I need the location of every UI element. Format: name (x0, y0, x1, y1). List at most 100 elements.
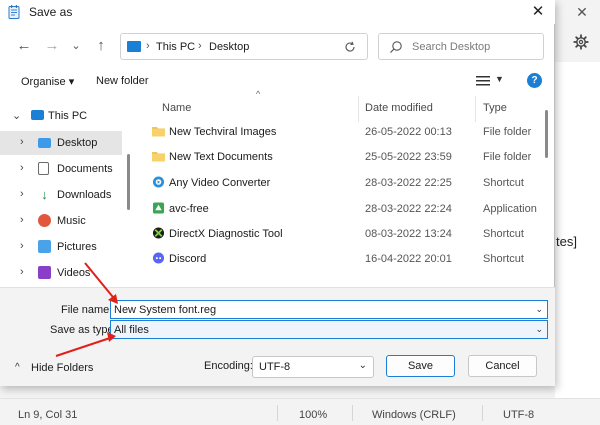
background-editor-text: tes] (556, 234, 577, 249)
back-arrow-icon[interactable]: ← (15, 37, 33, 55)
file-type: Shortcut (483, 228, 524, 240)
music-icon (38, 214, 51, 227)
refresh-icon[interactable] (344, 41, 356, 53)
column-header-date-modified[interactable]: Date modified (365, 98, 433, 120)
gear-icon[interactable] (573, 34, 589, 50)
nav-item-label: This PC (48, 110, 88, 122)
file-date: 08-03-2022 13:24 (365, 228, 452, 240)
nav-item-label: Downloads (57, 189, 112, 201)
file-name-input[interactable]: New System font.reg ⌄ (110, 300, 548, 319)
chevron-down-icon[interactable]: ⌄ (359, 360, 367, 371)
file-row[interactable]: New Techviral Images 26-05-2022 00:13 Fi… (140, 119, 545, 143)
notepad-icon (8, 5, 20, 19)
encoding-label: Encoding: (204, 360, 253, 372)
nav-item-videos[interactable]: › Videos (0, 261, 122, 285)
application-icon (152, 202, 165, 214)
file-list: ^ Name Date modified Type New Techviral … (140, 89, 552, 286)
save-form: File name: New System font.reg ⌄ Save as… (0, 287, 555, 386)
pc-icon (127, 41, 141, 52)
chevron-right-icon[interactable]: › (20, 188, 30, 200)
file-row[interactable]: DirectX Diagnostic Tool 08-03-2022 13:24… (140, 221, 545, 245)
column-header-type[interactable]: Type (483, 98, 507, 120)
file-type: Shortcut (483, 253, 524, 265)
videos-icon (38, 266, 51, 279)
save-as-type-select[interactable]: All files ⌄ (110, 320, 548, 339)
file-type: Application (483, 203, 537, 215)
chevron-right-icon[interactable]: › (20, 214, 30, 226)
desktop-icon (38, 138, 51, 148)
address-bar[interactable]: › This PC › Desktop ⌄ (120, 33, 450, 60)
file-name: DirectX Diagnostic Tool (169, 228, 283, 240)
save-button[interactable]: Save (386, 355, 455, 377)
search-input[interactable]: Search Desktop (378, 33, 544, 60)
nav-item-documents[interactable]: › Documents (0, 157, 122, 181)
file-row[interactable]: Any Video Converter 28-03-2022 22:25 Sho… (140, 170, 545, 194)
nav-item-downloads[interactable]: › ↓ Downloads (0, 183, 122, 207)
file-name: New Techviral Images (169, 126, 277, 138)
file-name-value: New System font.reg (114, 304, 217, 316)
help-icon[interactable]: ? (527, 73, 542, 88)
close-icon[interactable]: ✕ (526, 2, 550, 22)
nav-item-this-pc[interactable]: ⌄ This PC (0, 104, 122, 128)
dialog-title: Save as (29, 5, 73, 19)
file-type: Shortcut (483, 177, 524, 189)
file-row[interactable]: New Text Documents 25-05-2022 23:59 File… (140, 144, 545, 168)
chevron-up-icon: ^ (15, 362, 20, 373)
breadcrumb-chevron-icon[interactable]: › (146, 40, 150, 52)
chevron-right-icon[interactable]: › (20, 240, 30, 252)
status-zoom: 100% (299, 409, 328, 421)
status-bar: Ln 9, Col 31 100% Windows (CRLF) UTF-8 (0, 398, 600, 425)
file-name: avc-free (169, 203, 209, 215)
file-row[interactable]: avc-free 28-03-2022 22:24 Application (140, 196, 545, 220)
downloads-icon: ↓ (41, 187, 48, 202)
column-header-name[interactable]: Name (162, 98, 191, 120)
dialog-titlebar[interactable]: Save as ✕ (0, 0, 555, 24)
file-date: 16-04-2022 20:01 (365, 253, 452, 265)
breadcrumb-chevron-icon[interactable]: › (198, 40, 202, 52)
organise-button[interactable]: Organise ▾ (21, 75, 74, 88)
new-folder-button[interactable]: New folder (96, 75, 149, 87)
breadcrumb-this-pc[interactable]: This PC (156, 41, 195, 53)
chevron-down-icon[interactable]: ⌄ (535, 304, 543, 315)
encoding-value: UTF-8 (259, 361, 291, 373)
chevron-right-icon[interactable]: › (20, 162, 30, 174)
encoding-select[interactable]: UTF-8 ⌄ (252, 356, 374, 378)
chevron-down-icon[interactable]: ⌄ (535, 324, 543, 335)
status-cursor-position: Ln 9, Col 31 (18, 409, 78, 421)
background-editor-pane (555, 62, 600, 398)
status-separator (277, 405, 278, 421)
file-date: 28-03-2022 22:24 (365, 203, 452, 215)
file-row[interactable]: Discord 16-04-2022 20:01 Shortcut (140, 246, 545, 270)
up-arrow-icon[interactable]: ↑ (92, 37, 110, 55)
file-name: Discord (169, 253, 207, 265)
nav-item-music[interactable]: › Music (0, 209, 122, 233)
directx-icon (152, 227, 165, 239)
nav-item-label: Music (57, 215, 86, 227)
documents-icon (38, 162, 49, 175)
save-as-type-value: All files (114, 324, 149, 336)
navigation-scrollbar[interactable] (127, 154, 130, 210)
navigation-pane: ⌄ This PC › Desktop › Documents › ↓ Down… (0, 100, 133, 286)
status-separator (482, 405, 483, 421)
forward-arrow-icon[interactable]: → (43, 37, 61, 55)
nav-item-desktop[interactable]: › Desktop (0, 131, 122, 155)
breadcrumb-desktop[interactable]: Desktop (209, 41, 249, 53)
folder-icon (152, 152, 165, 162)
expanded-chevron-icon[interactable]: ⌄ (12, 109, 22, 122)
file-name: Any Video Converter (169, 177, 271, 189)
file-type: File folder (483, 126, 532, 138)
file-list-scrollbar[interactable] (545, 110, 548, 158)
background-close-icon[interactable]: ✕ (574, 4, 590, 20)
file-name: New Text Documents (169, 151, 273, 163)
chevron-right-icon[interactable]: › (20, 136, 30, 148)
nav-item-label: Documents (57, 163, 113, 175)
file-date: 26-05-2022 00:13 (365, 126, 452, 138)
view-dropdown-icon[interactable]: ▼ (495, 74, 504, 84)
nav-item-pictures[interactable]: › Pictures (0, 235, 122, 259)
chevron-right-icon[interactable]: › (20, 266, 30, 278)
view-options-icon[interactable] (476, 75, 490, 87)
cancel-button[interactable]: Cancel (468, 355, 537, 377)
video-converter-icon (152, 176, 165, 188)
recent-chevron-down-icon[interactable]: ⌄ (67, 37, 85, 55)
pictures-icon (38, 240, 51, 253)
